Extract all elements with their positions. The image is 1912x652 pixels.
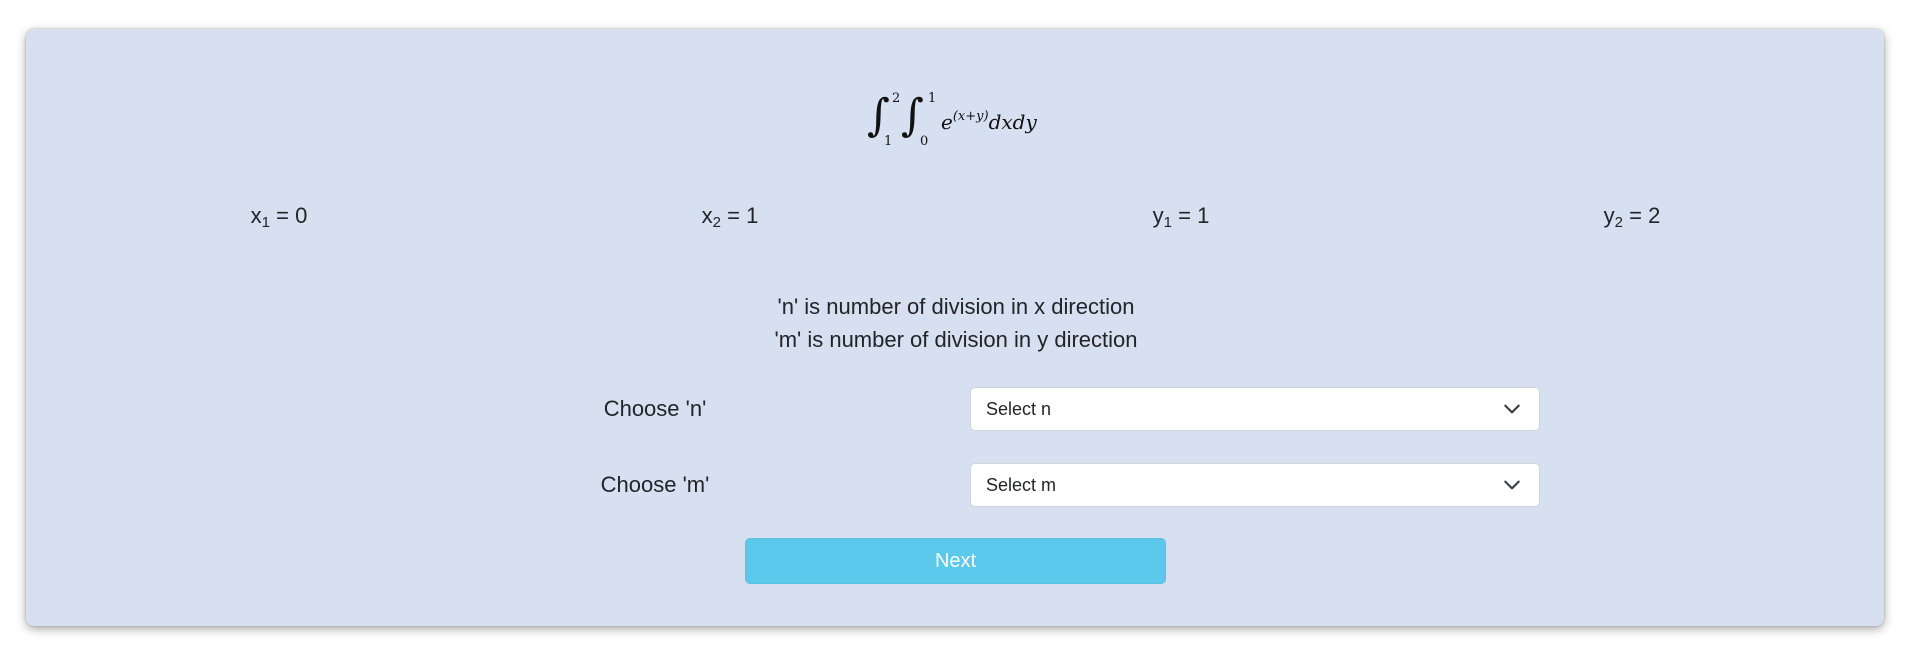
integrand: e(x+y)dxdy	[941, 109, 1037, 134]
info-m-description: 'm' is number of division in y direction	[774, 327, 1138, 352]
bound-y1-var: y	[1152, 203, 1164, 228]
outer-integral-sign: ∫	[867, 90, 890, 141]
bound-y1-sub: 1	[1163, 214, 1173, 231]
select-m-value: Select m	[986, 475, 1057, 495]
next-button[interactable]: Next	[745, 538, 1166, 584]
integrand-exponent: (x+y)	[952, 109, 989, 124]
bound-y2-value: = 2	[1629, 203, 1661, 228]
bound-x2-sub: 2	[712, 214, 722, 231]
integrand-base: e	[941, 110, 953, 134]
bound-y1-value: = 1	[1178, 203, 1210, 228]
info-n-description: 'n' is number of division in x direction	[777, 294, 1135, 319]
choose-n-label: Choose 'n'	[603, 396, 707, 421]
bound-x1-var: x	[250, 203, 262, 228]
outer-lower-limit: 1	[884, 134, 893, 149]
bound-x1-value: = 0	[276, 203, 308, 228]
bound-x1-sub: 1	[261, 214, 271, 231]
bound-x2: x2 = 1	[702, 203, 759, 231]
bound-y2: y2 = 2	[1604, 203, 1661, 231]
chevron-down-icon	[1504, 480, 1520, 490]
select-n-value: Select n	[986, 399, 1052, 419]
inner-integral-sign: ∫	[901, 90, 924, 141]
bound-y2-sub: 2	[1614, 214, 1624, 231]
bound-x1: x1 = 0	[251, 203, 308, 231]
inner-lower-limit: 0	[920, 134, 929, 149]
select-n-dropdown[interactable]: Select n	[970, 387, 1540, 431]
inner-upper-limit: 1	[928, 91, 937, 106]
double-integral-formula: ∫ 2 1 ∫ 1 0 e(x+y)dxdy	[843, 60, 1073, 160]
differentials: dxdy	[988, 110, 1037, 134]
chevron-down-icon	[1504, 404, 1520, 414]
bound-x2-value: = 1	[727, 203, 759, 228]
outer-upper-limit: 2	[892, 91, 901, 106]
choose-m-label: Choose 'm'	[600, 472, 710, 497]
select-m-dropdown[interactable]: Select m	[970, 463, 1540, 507]
bound-x2-var: x	[701, 203, 713, 228]
bound-y2-var: y	[1603, 203, 1615, 228]
bound-y1: y1 = 1	[1153, 203, 1210, 231]
